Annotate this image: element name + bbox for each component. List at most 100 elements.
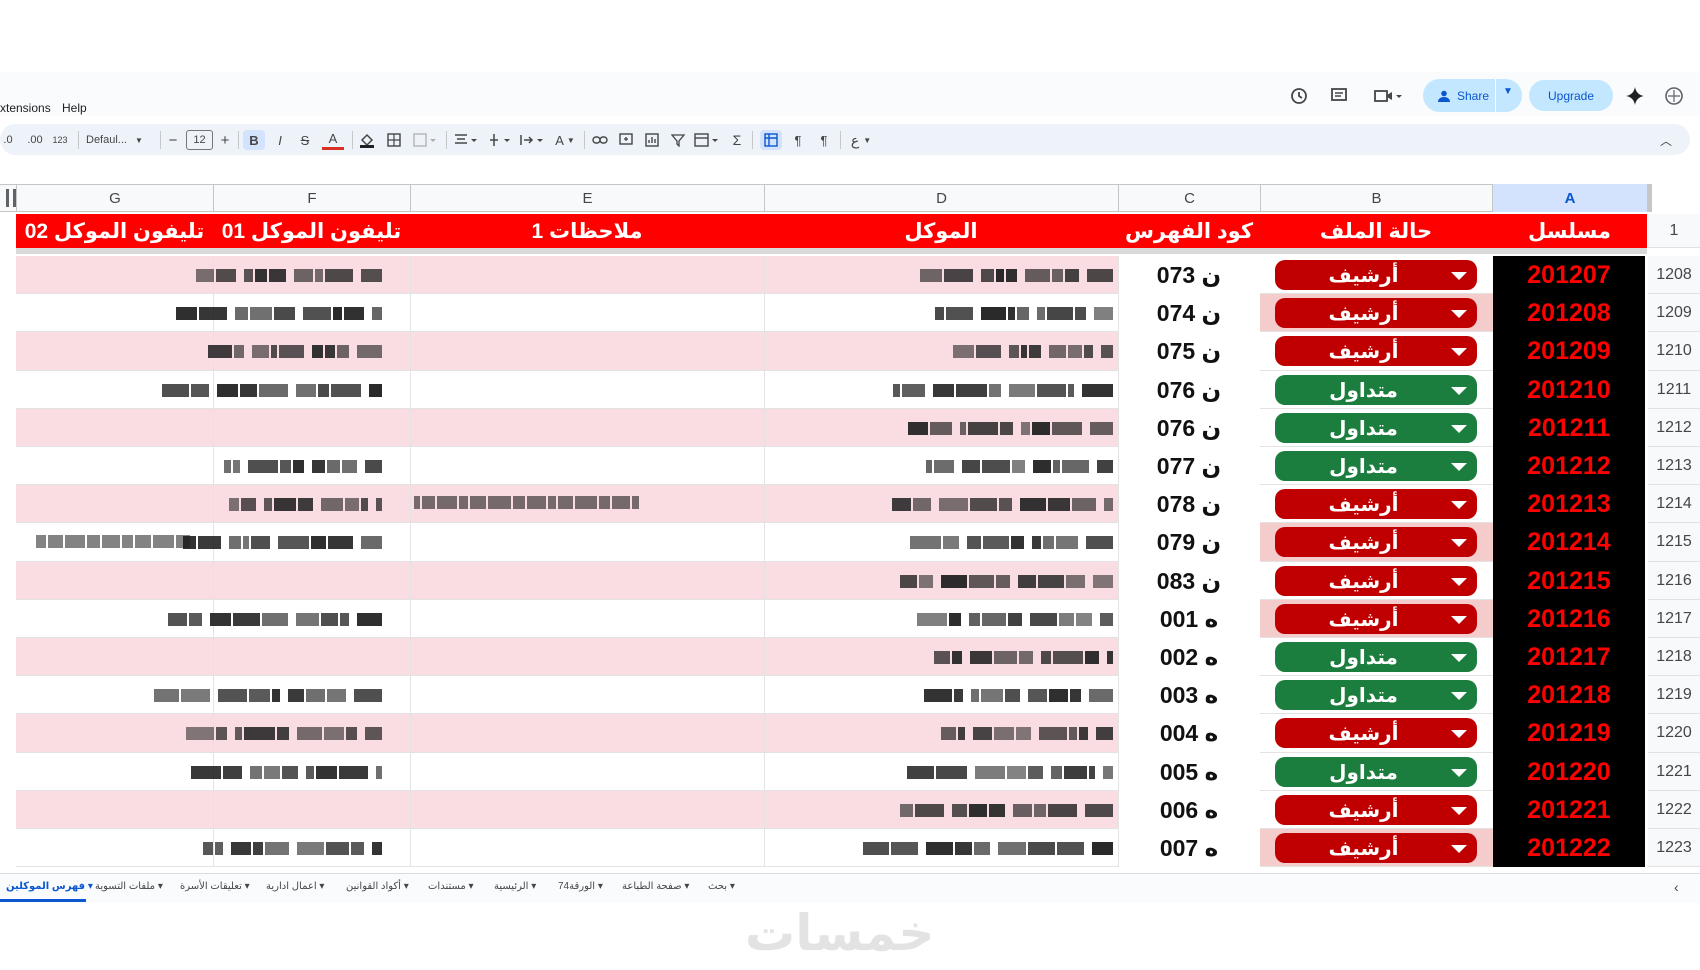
menu-extensions[interactable]: xtensions [0, 101, 51, 115]
status-dropdown-chip[interactable]: متداول [1275, 413, 1477, 443]
increase-decimal-button[interactable]: .00 [24, 130, 46, 150]
dropdown-arrow-icon[interactable] [1451, 310, 1467, 318]
dropdown-arrow-icon[interactable] [1451, 501, 1467, 509]
share-dropdown-icon[interactable]: ▼ [1503, 86, 1513, 97]
dropdown-arrow-icon[interactable] [1451, 463, 1467, 471]
serial-cell[interactable]: 201213 [1493, 485, 1645, 523]
header-phone1[interactable]: تليفون الموكل 01 [213, 214, 410, 248]
row-number[interactable]: 1212 [1648, 409, 1700, 447]
index-code-cell[interactable]: ن 076 [1118, 371, 1260, 409]
meet-video-icon[interactable] [1372, 84, 1406, 108]
ltr-paragraph-icon[interactable]: ¶ [814, 130, 834, 150]
sheet-tab[interactable]: بحث ▾ [708, 881, 735, 892]
index-code-cell[interactable]: ن 073 [1118, 256, 1260, 294]
serial-cell[interactable]: 201214 [1493, 523, 1645, 562]
dropdown-arrow-icon[interactable] [1451, 807, 1467, 815]
dropdown-arrow-icon[interactable] [1451, 845, 1467, 853]
functions-button[interactable]: Σ [728, 130, 746, 150]
row-number[interactable]: 1220 [1648, 714, 1700, 753]
text-wrapping-icon[interactable] [518, 130, 546, 150]
row-number[interactable]: 1 [1648, 214, 1700, 248]
header-status[interactable]: حالة الملف [1260, 214, 1492, 248]
row-number[interactable]: 1213 [1648, 447, 1700, 485]
sheet-tab[interactable]: صفحة الطباعة ▾ [622, 881, 689, 892]
index-code-cell[interactable]: ن 083 [1118, 562, 1260, 600]
dropdown-arrow-icon[interactable] [1451, 387, 1467, 395]
index-code-cell[interactable]: ن 079 [1118, 523, 1260, 562]
scroll-tabs-left-icon[interactable]: ‹ [1674, 879, 1679, 895]
row-number[interactable]: 1223 [1648, 829, 1700, 867]
font-family-select[interactable]: Defaul... ▼ [86, 130, 152, 150]
sheet-tab[interactable]: اعمال ادارية ▾ [266, 881, 324, 892]
header-notes[interactable]: ملاحظات 1 [410, 214, 764, 248]
sheet-tab[interactable]: تعليقات الأسرة ▾ [180, 881, 250, 892]
header-serial[interactable]: مسلسل [1492, 214, 1647, 248]
collapse-toolbar-icon[interactable]: ︿ [1656, 130, 1676, 150]
serial-cell[interactable]: 201221 [1493, 791, 1645, 829]
row-number[interactable]: 1222 [1648, 791, 1700, 829]
index-code-cell[interactable]: ن 077 [1118, 447, 1260, 485]
header-phone2[interactable]: تليفون الموكل 02 [16, 214, 213, 248]
sheet-tab[interactable]: ملفات التسوية ▾ [95, 881, 163, 892]
sheet-tab[interactable]: الورقة74 ▾ [558, 881, 603, 892]
status-dropdown-chip[interactable]: أرشيف [1275, 604, 1477, 634]
row-number[interactable]: 1218 [1648, 638, 1700, 676]
fill-color-icon[interactable] [356, 130, 378, 150]
insert-chart-icon[interactable] [642, 130, 662, 150]
decrease-font-size-button[interactable]: − [166, 130, 180, 150]
strikethrough-button[interactable]: S [295, 130, 315, 150]
serial-cell[interactable]: 201212 [1493, 447, 1645, 485]
serial-cell[interactable]: 201218 [1493, 676, 1645, 714]
serial-cell[interactable]: 201216 [1493, 600, 1645, 638]
column-header-f[interactable]: F [213, 184, 410, 212]
status-dropdown-chip[interactable]: متداول [1275, 680, 1477, 710]
index-code-cell[interactable]: ن 076 [1118, 409, 1260, 447]
status-dropdown-chip[interactable]: متداول [1275, 642, 1477, 672]
status-dropdown-chip[interactable]: متداول [1275, 375, 1477, 405]
italic-button[interactable]: I [270, 130, 290, 150]
vertical-align-icon[interactable] [486, 130, 512, 150]
upgrade-button[interactable]: Upgrade [1529, 80, 1613, 111]
serial-cell[interactable]: 201209 [1493, 332, 1645, 371]
dropdown-arrow-icon[interactable] [1451, 616, 1467, 624]
serial-cell[interactable]: 201220 [1493, 753, 1645, 791]
row-number[interactable]: 1208 [1648, 256, 1700, 294]
account-avatar-icon[interactable] [1662, 84, 1686, 108]
serial-cell[interactable]: 201222 [1493, 829, 1645, 867]
number-format-button[interactable]: 123 [50, 130, 70, 150]
dropdown-arrow-icon[interactable] [1451, 348, 1467, 356]
filter-icon[interactable] [668, 130, 688, 150]
index-code-cell[interactable]: ه 003 [1118, 676, 1260, 714]
status-dropdown-chip[interactable]: أرشيف [1275, 336, 1477, 366]
row-number[interactable]: 1217 [1648, 600, 1700, 638]
status-dropdown-chip[interactable]: أرشيف [1275, 795, 1477, 825]
row-number[interactable]: 1210 [1648, 332, 1700, 371]
status-dropdown-chip[interactable]: متداول [1275, 451, 1477, 481]
row-number[interactable]: 1216 [1648, 562, 1700, 600]
status-dropdown-chip[interactable]: أرشيف [1275, 260, 1477, 290]
serial-cell[interactable]: 201207 [1493, 256, 1645, 294]
insert-link-icon[interactable] [590, 130, 610, 150]
index-code-cell[interactable]: ه 001 [1118, 600, 1260, 638]
index-code-cell[interactable]: ن 074 [1118, 294, 1260, 332]
share-button[interactable]: Share ▼ [1423, 79, 1522, 112]
sheet-tab[interactable]: الرئيسية ▾ [494, 881, 536, 892]
text-rotation-icon[interactable]: A ▼ [552, 130, 578, 150]
bold-button[interactable]: B [243, 130, 265, 150]
dropdown-arrow-icon[interactable] [1451, 654, 1467, 662]
sheet-tab[interactable]: أكواد القوانين ▾ [346, 881, 409, 892]
dropdown-arrow-icon[interactable] [1451, 539, 1467, 547]
dropdown-arrow-icon[interactable] [1451, 272, 1467, 280]
gemini-sparkle-icon[interactable] [1623, 84, 1647, 108]
text-color-button[interactable]: A [322, 130, 344, 150]
menu-help[interactable]: Help [62, 101, 87, 115]
dropdown-arrow-icon[interactable] [1451, 730, 1467, 738]
index-code-cell[interactable]: ن 075 [1118, 332, 1260, 371]
decrease-decimal-button[interactable]: .0 [0, 130, 16, 150]
row-number[interactable]: 1219 [1648, 676, 1700, 714]
row-number[interactable]: 1214 [1648, 485, 1700, 523]
horizontal-align-icon[interactable] [452, 130, 480, 150]
serial-cell[interactable]: 201215 [1493, 562, 1645, 600]
freeze-icon[interactable] [760, 130, 782, 150]
column-header-d[interactable]: D [764, 184, 1118, 212]
